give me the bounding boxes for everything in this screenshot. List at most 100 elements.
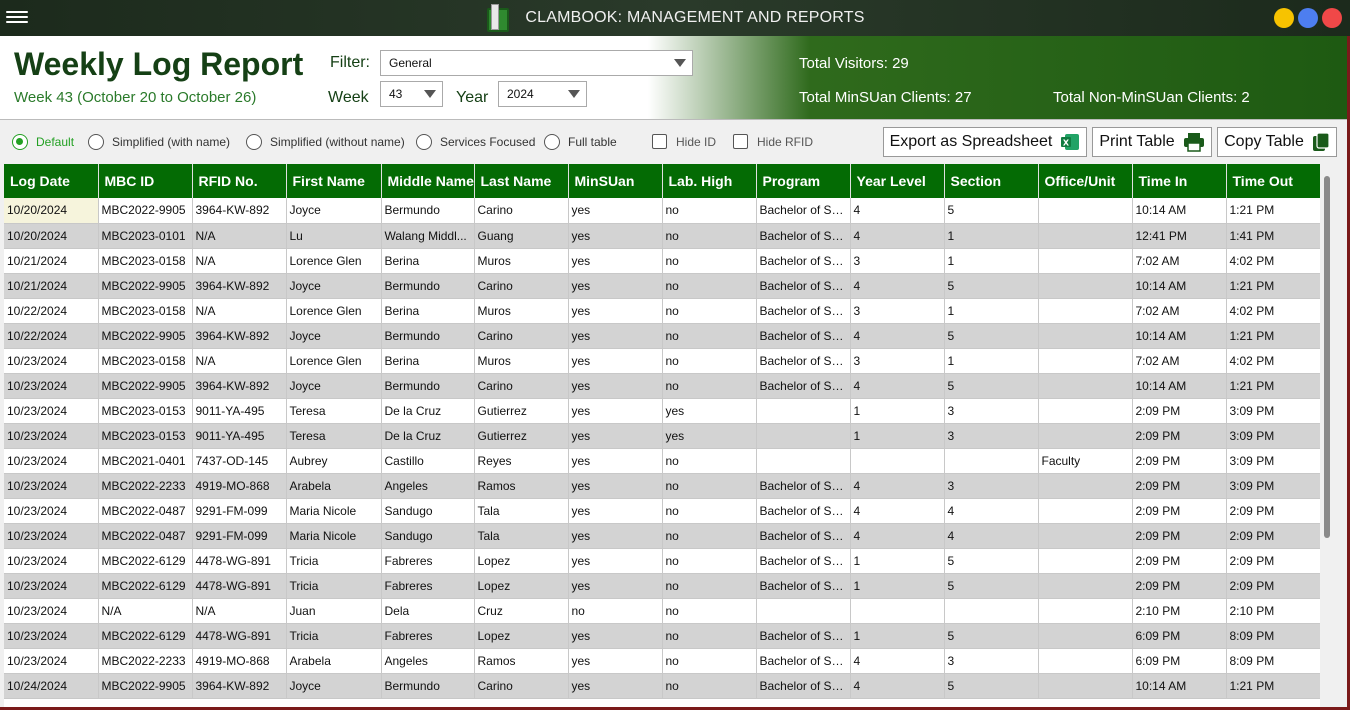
table-cell[interactable]: no <box>662 498 757 524</box>
table-cell[interactable]: Fabreres <box>381 573 475 599</box>
menu-icon[interactable] <box>6 8 28 28</box>
maximize-button[interactable] <box>1298 8 1318 28</box>
table-cell[interactable]: 4478-WG-891 <box>192 623 287 649</box>
table-cell[interactable]: MBC2022-2233 <box>98 473 193 499</box>
table-row[interactable]: 10/21/2024 MBC2022-9905 3964-KW-892 Joyce Be… <box>4 273 1320 299</box>
table-cell[interactable]: Bachelor of Sc... <box>756 298 851 324</box>
table-cell[interactable]: Cruz <box>474 598 569 624</box>
table-cell[interactable]: 5 <box>944 548 1039 574</box>
table-cell[interactable]: 2:09 PM <box>1132 473 1227 499</box>
table-cell[interactable]: 2:09 PM <box>1226 548 1320 574</box>
table-cell[interactable] <box>1038 198 1133 224</box>
table-cell[interactable]: no <box>662 598 757 624</box>
table-cell[interactable]: 3:09 PM <box>1226 398 1320 424</box>
week-dropdown[interactable]: 43 <box>380 81 443 107</box>
table-cell[interactable]: Faculty <box>1038 448 1133 474</box>
table-cell[interactable]: 3964-KW-892 <box>192 673 287 699</box>
table-cell[interactable]: 2:09 PM <box>1132 398 1227 424</box>
table-cell[interactable]: 5 <box>944 198 1039 224</box>
table-cell[interactable] <box>850 448 945 474</box>
table-cell[interactable]: MBC2023-0158 <box>98 298 193 324</box>
table-cell[interactable] <box>1038 223 1133 249</box>
column-header[interactable]: MinSUan <box>568 164 663 198</box>
table-cell[interactable]: 3964-KW-892 <box>192 373 287 399</box>
table-cell[interactable]: no <box>662 548 757 574</box>
table-cell[interactable]: Joyce <box>286 198 382 224</box>
table-cell[interactable]: 3 <box>944 473 1039 499</box>
table-cell[interactable]: 10/23/2024 <box>4 348 99 374</box>
table-cell[interactable]: 10/21/2024 <box>4 273 99 299</box>
table-cell[interactable]: 4 <box>850 673 945 699</box>
table-cell[interactable]: Berina <box>381 248 475 274</box>
table-cell[interactable]: 10/23/2024 <box>4 573 99 599</box>
view-services-focused-radio[interactable]: Services Focused <box>416 134 535 150</box>
table-cell[interactable]: Walang Middl... <box>381 223 475 249</box>
table-cell[interactable] <box>1038 573 1133 599</box>
vertical-scrollbar[interactable] <box>1324 176 1330 538</box>
column-header[interactable]: Office/Unit <box>1038 164 1133 198</box>
table-row[interactable]: 10/23/2024 MBC2023-0158 N/A Lorence Glen Ber… <box>4 348 1320 374</box>
table-cell[interactable]: Muros <box>474 298 569 324</box>
table-cell[interactable]: Bachelor of Sc... <box>756 473 851 499</box>
table-cell[interactable]: 1 <box>850 398 945 424</box>
table-cell[interactable]: 5 <box>944 673 1039 699</box>
table-cell[interactable]: 10/23/2024 <box>4 423 99 449</box>
table-cell[interactable]: 9291-FM-099 <box>192 523 287 549</box>
table-cell[interactable]: Tala <box>474 498 569 524</box>
table-row[interactable]: 10/21/2024 MBC2023-0158 N/A Lorence Glen Ber… <box>4 248 1320 274</box>
table-cell[interactable]: Aubrey <box>286 448 382 474</box>
table-cell[interactable]: N/A <box>192 298 287 324</box>
table-cell[interactable]: 7:02 AM <box>1132 248 1227 274</box>
table-cell[interactable]: yes <box>568 398 663 424</box>
table-cell[interactable]: 7:02 AM <box>1132 348 1227 374</box>
table-cell[interactable]: 1 <box>944 248 1039 274</box>
table-cell[interactable]: yes <box>568 673 663 699</box>
weekly-log-table[interactable]: Log Date MBC ID RFID No. First Name Middle N… <box>4 164 1320 710</box>
table-cell[interactable]: Bermundo <box>381 673 475 699</box>
table-cell[interactable]: 4:02 PM <box>1226 248 1320 274</box>
table-cell[interactable]: N/A <box>192 248 287 274</box>
table-cell[interactable]: 10:14 AM <box>1132 273 1227 299</box>
table-cell[interactable]: MBC2022-6129 <box>98 573 193 599</box>
table-cell[interactable]: 10/20/2024 <box>4 223 99 249</box>
table-cell[interactable]: Bermundo <box>381 373 475 399</box>
year-dropdown[interactable]: 2024 <box>498 81 587 107</box>
table-cell[interactable] <box>1038 423 1133 449</box>
table-cell[interactable]: 3 <box>944 398 1039 424</box>
table-cell[interactable]: MBC2022-0487 <box>98 523 193 549</box>
table-cell[interactable]: 3 <box>944 648 1039 674</box>
table-cell[interactable]: yes <box>662 398 757 424</box>
table-cell[interactable]: 3:09 PM <box>1226 473 1320 499</box>
table-cell[interactable]: no <box>662 648 757 674</box>
table-cell[interactable]: Bachelor of Sc... <box>756 248 851 274</box>
table-cell[interactable]: Bachelor of Sc... <box>756 348 851 374</box>
table-row[interactable]: 10/22/2024 MBC2023-0158 N/A Lorence Glen Ber… <box>4 298 1320 324</box>
table-cell[interactable]: Carino <box>474 198 569 224</box>
table-cell[interactable]: 3 <box>944 423 1039 449</box>
table-cell[interactable]: Teresa <box>286 398 382 424</box>
table-cell[interactable]: Lopez <box>474 623 569 649</box>
column-header[interactable]: Lab. High <box>662 164 757 198</box>
table-cell[interactable]: MBC2023-0158 <box>98 348 193 374</box>
table-cell[interactable]: Lorence Glen <box>286 298 382 324</box>
table-cell[interactable]: 5 <box>944 373 1039 399</box>
column-header[interactable]: RFID No. <box>192 164 287 198</box>
table-cell[interactable]: MBC2022-9905 <box>98 673 193 699</box>
table-cell[interactable]: Arabela <box>286 473 382 499</box>
table-cell[interactable]: Carino <box>474 673 569 699</box>
table-row[interactable]: 10/23/2024 MBC2022-6129 4478-WG-891 Tricia F… <box>4 573 1320 599</box>
table-cell[interactable]: 9291-FM-099 <box>192 498 287 524</box>
table-cell[interactable]: yes <box>568 498 663 524</box>
table-cell[interactable]: yes <box>568 623 663 649</box>
table-cell[interactable]: 4 <box>850 273 945 299</box>
table-cell[interactable]: 2:09 PM <box>1132 548 1227 574</box>
export-spreadsheet-button[interactable]: Export as Spreadsheet X <box>883 127 1087 157</box>
column-header[interactable]: Time In <box>1132 164 1227 198</box>
table-cell[interactable]: 3964-KW-892 <box>192 273 287 299</box>
table-cell[interactable]: 4 <box>850 523 945 549</box>
table-cell[interactable]: 10/21/2024 <box>4 248 99 274</box>
table-cell[interactable]: 1:21 PM <box>1226 323 1320 349</box>
table-row[interactable]: 10/23/2024 MBC2023-0153 9011-YA-495 Teresa D… <box>4 398 1320 424</box>
table-cell[interactable]: 8:09 PM <box>1226 648 1320 674</box>
table-cell[interactable]: Ramos <box>474 648 569 674</box>
